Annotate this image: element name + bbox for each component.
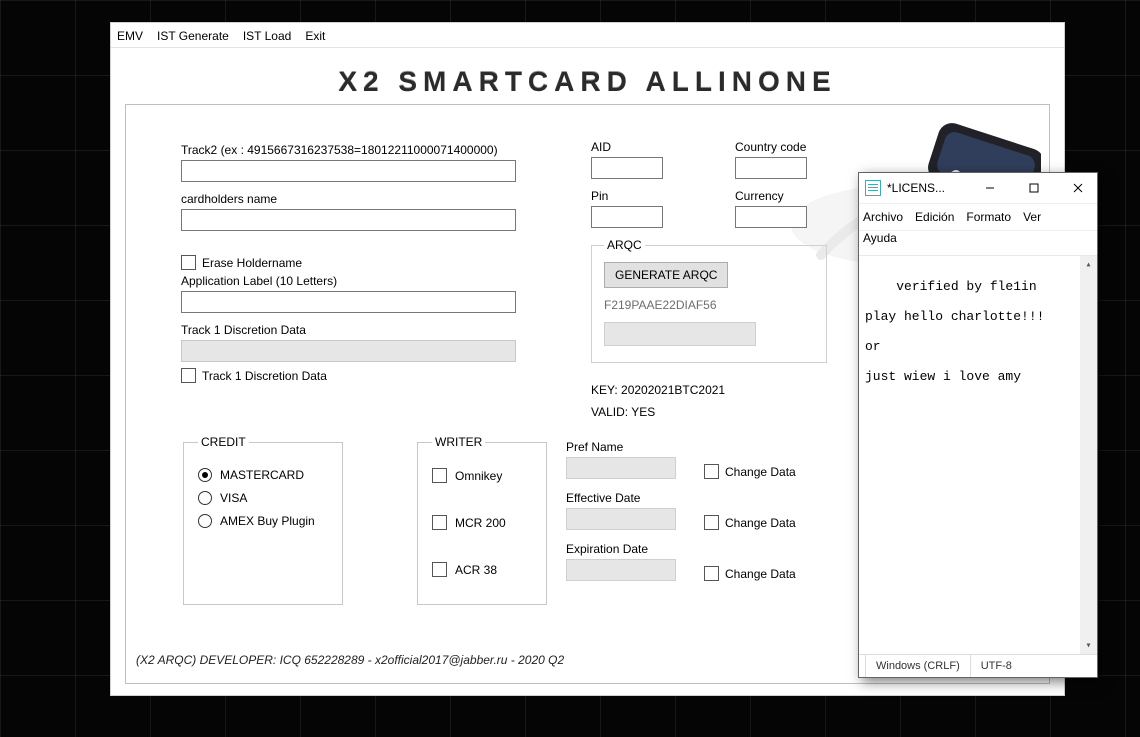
track1-discretion-input — [181, 340, 516, 362]
aid-input[interactable] — [591, 157, 663, 179]
change-data-label: Change Data — [725, 465, 796, 479]
exp-change-data-checkbox[interactable]: Change Data — [704, 566, 796, 581]
notepad-scrollbar[interactable]: ▴ ▾ — [1080, 256, 1097, 654]
status-encoding: UTF-8 — [970, 655, 1022, 677]
credit-option-label: AMEX Buy Plugin — [220, 514, 315, 528]
notepad-titlebar[interactable]: *LICENS... — [859, 173, 1097, 204]
credit-option-label: MASTERCARD — [220, 468, 304, 482]
key-text: KEY: 20202021BTC2021 — [591, 383, 861, 397]
notepad-icon — [865, 180, 881, 196]
checkbox-icon — [704, 464, 719, 479]
menu-ist-load[interactable]: IST Load — [243, 29, 291, 43]
dates-section: Pref Name Change Data Effective Date Cha… — [566, 440, 896, 593]
currency-input[interactable] — [735, 206, 807, 228]
checkbox-icon — [704, 515, 719, 530]
country-code-input[interactable] — [735, 157, 807, 179]
scroll-up-icon[interactable]: ▴ — [1080, 256, 1097, 273]
writer-option-label: Omnikey — [455, 469, 502, 483]
notepad-content: verified by fle1in play hello charlotte!… — [865, 279, 1044, 384]
cardholder-label: cardholders name — [181, 192, 516, 206]
arqc-group: ARQC GENERATE ARQC F219PAAE22DIAF56 — [591, 238, 827, 363]
scroll-down-icon[interactable]: ▾ — [1080, 637, 1097, 654]
np-menu-formato[interactable]: Formato — [966, 210, 1011, 224]
track1-discretion-chk-label: Track 1 Discretion Data — [202, 369, 327, 383]
radio-icon — [198, 514, 212, 528]
pref-change-data-checkbox[interactable]: Change Data — [704, 464, 796, 479]
eff-change-data-checkbox[interactable]: Change Data — [704, 515, 796, 530]
valid-text: VALID: YES — [591, 405, 861, 419]
aid-label: AID — [591, 140, 717, 154]
pin-label: Pin — [591, 189, 717, 203]
track1-discretion-checkbox[interactable]: Track 1 Discretion Data — [181, 368, 516, 383]
application-label-input[interactable] — [181, 291, 516, 313]
radio-icon — [198, 491, 212, 505]
minimize-button[interactable] — [971, 173, 1009, 203]
credit-option-mastercard[interactable]: MASTERCARD — [198, 468, 328, 482]
checkbox-icon — [432, 515, 447, 530]
application-label-label: Application Label (10 Letters) — [181, 274, 516, 288]
app-title: X2 Smartcard Allinone — [111, 48, 1064, 104]
erase-holdername-label: Erase Holdername — [202, 256, 302, 270]
status-eol: Windows (CRLF) — [865, 655, 970, 677]
arqc-output-box — [604, 322, 756, 346]
left-column: Track2 (ex : 4915667316237538=1801221100… — [181, 143, 516, 387]
track2-input[interactable] — [181, 160, 516, 182]
pref-name-input — [566, 457, 676, 479]
np-menu-archivo[interactable]: Archivo — [863, 210, 903, 224]
track1-discretion-label: Track 1 Discretion Data — [181, 323, 516, 337]
right-column: AID Country code Pin Currency — [591, 140, 861, 427]
expiration-date-label: Expiration Date — [566, 542, 676, 556]
writer-legend: WRITER — [432, 435, 485, 449]
credit-option-label: VISA — [220, 491, 247, 505]
notepad-menubar: Archivo Edición Formato Ver — [859, 204, 1097, 231]
np-menu-ver[interactable]: Ver — [1023, 210, 1041, 224]
menu-ist-generate[interactable]: IST Generate — [157, 29, 229, 43]
arqc-code-text: F219PAAE22DIAF56 — [604, 298, 814, 312]
writer-option-mcr200[interactable]: MCR 200 — [432, 515, 532, 530]
effective-date-label: Effective Date — [566, 491, 676, 505]
currency-label: Currency — [735, 189, 861, 203]
app-menubar: EMV IST Generate IST Load Exit — [111, 23, 1064, 48]
checkbox-icon — [704, 566, 719, 581]
writer-option-label: MCR 200 — [455, 516, 506, 530]
developer-credits: (X2 ARQC) DEVELOPER: ICQ 652228289 - x2o… — [136, 653, 564, 667]
writer-option-label: ACR 38 — [455, 563, 497, 577]
credit-legend: CREDIT — [198, 435, 249, 449]
writer-group: WRITER Omnikey MCR 200 ACR 38 — [417, 435, 547, 605]
track2-label: Track2 (ex : 4915667316237538=1801221100… — [181, 143, 516, 157]
generate-arqc-button[interactable]: GENERATE ARQC — [604, 262, 728, 288]
checkbox-icon — [432, 468, 447, 483]
maximize-button[interactable] — [1015, 173, 1053, 203]
pin-input[interactable] — [591, 206, 663, 228]
erase-holdername-checkbox[interactable]: Erase Holdername — [181, 255, 516, 270]
menu-exit[interactable]: Exit — [305, 29, 325, 43]
notepad-statusbar: Windows (CRLF) UTF-8 — [859, 654, 1097, 677]
cardholder-input[interactable] — [181, 209, 516, 231]
notepad-text-area[interactable]: verified by fle1in play hello charlotte!… — [859, 256, 1097, 654]
effective-date-input — [566, 508, 676, 530]
credit-option-amex[interactable]: AMEX Buy Plugin — [198, 514, 328, 528]
writer-option-acr38[interactable]: ACR 38 — [432, 562, 532, 577]
np-menu-edicion[interactable]: Edición — [915, 210, 954, 224]
np-menu-ayuda[interactable]: Ayuda — [863, 231, 897, 245]
checkbox-icon — [432, 562, 447, 577]
pref-name-label: Pref Name — [566, 440, 676, 454]
writer-option-omnikey[interactable]: Omnikey — [432, 468, 532, 483]
country-code-label: Country code — [735, 140, 861, 154]
menu-emv[interactable]: EMV — [117, 29, 143, 43]
notepad-window: *LICENS... Archivo Edición Formato Ver A… — [858, 172, 1098, 678]
change-data-label: Change Data — [725, 516, 796, 530]
notepad-menubar-row2: Ayuda — [859, 231, 1097, 256]
checkbox-icon — [181, 368, 196, 383]
change-data-label: Change Data — [725, 567, 796, 581]
credit-group: CREDIT MASTERCARD VISA AMEX Buy Plugin — [183, 435, 343, 605]
radio-icon — [198, 468, 212, 482]
expiration-date-input — [566, 559, 676, 581]
notepad-title: *LICENS... — [887, 181, 945, 195]
checkbox-icon — [181, 255, 196, 270]
credit-option-visa[interactable]: VISA — [198, 491, 328, 505]
arqc-legend: ARQC — [604, 238, 645, 252]
close-button[interactable] — [1059, 173, 1097, 203]
